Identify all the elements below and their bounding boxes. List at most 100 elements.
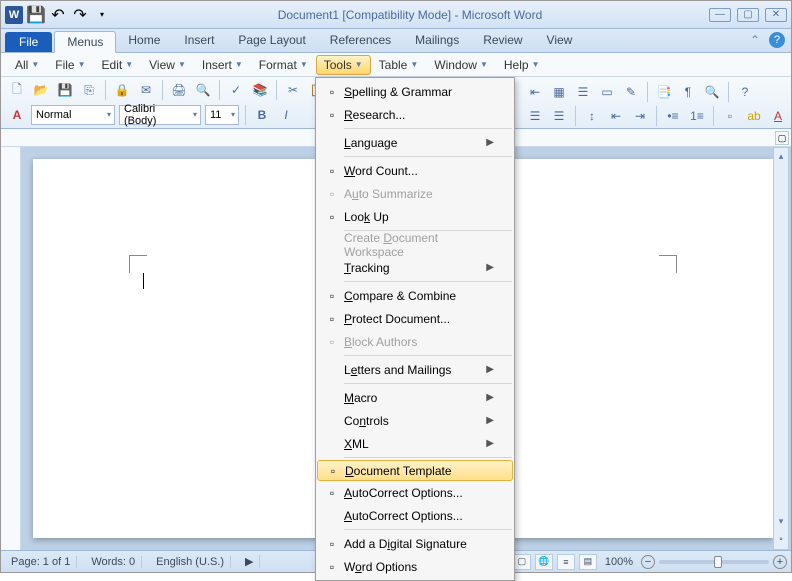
indent-dec-icon[interactable]: ⇤ <box>606 106 626 126</box>
permission-icon[interactable]: 🔒 <box>112 80 132 100</box>
mail-icon[interactable]: ✉ <box>136 80 156 100</box>
ribbon-tab-menus[interactable]: Menus <box>54 31 116 53</box>
scroll-down-icon[interactable]: ▾ <box>774 513 788 529</box>
saveall-icon[interactable]: ⎘ <box>79 80 99 100</box>
cut-icon[interactable]: ✂ <box>283 80 303 100</box>
menu-item-autocorrect-options[interactable]: AutoCorrect Options... <box>316 504 514 527</box>
browse-object-icon[interactable]: ◦ <box>774 531 788 547</box>
menu-item-autocorrect-options[interactable]: ▫AutoCorrect Options... <box>316 481 514 504</box>
ribbon-tab-home[interactable]: Home <box>116 30 172 52</box>
ribbon-tab-mailings[interactable]: Mailings <box>403 30 471 52</box>
bold-button[interactable]: B <box>252 105 272 125</box>
spell-icon[interactable]: ✓ <box>226 80 246 100</box>
file-tab[interactable]: File <box>5 32 52 52</box>
minimize-button[interactable]: — <box>709 8 731 22</box>
numbering-icon[interactable]: 1≡ <box>687 106 707 126</box>
indent-inc-icon[interactable]: ⇥ <box>630 106 650 126</box>
menu-item-word-count[interactable]: ▫Word Count... <box>316 159 514 182</box>
minimize-ribbon-icon[interactable]: ⌃ <box>747 32 763 48</box>
menu-help[interactable]: Help ▼ <box>496 55 548 75</box>
menu-window[interactable]: Window ▼ <box>426 55 496 75</box>
font-combo[interactable]: Calibri (Body) <box>119 105 201 125</box>
align-right-icon[interactable]: ☰ <box>525 106 545 126</box>
style-combo[interactable]: Normal <box>31 105 115 125</box>
menu-view[interactable]: View ▼ <box>141 55 194 75</box>
menu-table[interactable]: Table ▼ <box>371 55 427 75</box>
fontsize-combo[interactable]: 11 <box>205 105 239 125</box>
menu-item-add-a-digital-signature[interactable]: ▫Add a Digital Signature <box>316 532 514 555</box>
status-words[interactable]: Words: 0 <box>85 556 142 568</box>
columns-icon[interactable]: ☰ <box>573 82 593 102</box>
highlight-icon[interactable]: ab <box>744 106 764 126</box>
view-draft-icon[interactable]: ▤ <box>579 554 597 570</box>
menu-item-spelling-grammar[interactable]: ▫Spelling & Grammar <box>316 80 514 103</box>
zoom-level[interactable]: 100% <box>605 556 633 568</box>
redo-icon[interactable]: ↷ <box>71 6 89 24</box>
italic-button[interactable]: I <box>276 105 296 125</box>
menu-edit[interactable]: Edit ▼ <box>94 55 142 75</box>
menu-item-xml[interactable]: XML▶ <box>316 432 514 455</box>
status-language[interactable]: English (U.S.) <box>150 556 231 568</box>
menu-item-macro[interactable]: Macro▶ <box>316 386 514 409</box>
menu-item-compare-combine[interactable]: ▫Compare & Combine <box>316 284 514 307</box>
fontcolor-icon[interactable]: A <box>768 106 788 126</box>
bullets-icon[interactable]: •≡ <box>663 106 683 126</box>
menu-item-protect-document[interactable]: ▫Protect Document... <box>316 307 514 330</box>
border-icon[interactable]: ▫ <box>720 106 740 126</box>
word-app-icon[interactable]: W <box>5 6 23 24</box>
qat-dropdown-icon[interactable]: ▾ <box>93 6 111 24</box>
menu-item-letters-and-mailings[interactable]: Letters and Mailings▶ <box>316 358 514 381</box>
view-web-icon[interactable]: 🌐 <box>535 554 553 570</box>
zoom-icon[interactable]: 🔍 <box>702 82 722 102</box>
ribbon-tab-view[interactable]: View <box>535 30 585 52</box>
preview-icon[interactable]: 🔍 <box>193 80 213 100</box>
menu-file[interactable]: File ▼ <box>47 55 93 75</box>
zoom-out-button[interactable]: − <box>641 555 655 569</box>
menu-item-language[interactable]: Language▶ <box>316 131 514 154</box>
menu-item-look-up[interactable]: ▫Look Up <box>316 205 514 228</box>
status-macro-icon[interactable]: ▶ <box>239 555 260 568</box>
help-icon[interactable]: ? <box>735 82 755 102</box>
vertical-scrollbar[interactable]: ▴ ▾ ◦ <box>773 147 789 550</box>
docmap-icon[interactable]: 📑 <box>654 82 674 102</box>
new-icon[interactable]: 🗋 <box>7 80 27 100</box>
save-icon[interactable]: 💾 <box>55 80 75 100</box>
ruler-toggle-icon[interactable]: ▢ <box>775 131 789 145</box>
research-icon[interactable]: 📚 <box>250 80 270 100</box>
print-icon[interactable]: 🖨 <box>169 80 189 100</box>
drawing-icon[interactable]: ✎ <box>621 82 641 102</box>
status-page[interactable]: Page: 1 of 1 <box>5 556 77 568</box>
open-icon[interactable]: 📂 <box>31 80 51 100</box>
borders-icon[interactable]: ▭ <box>597 82 617 102</box>
style-prefix-icon[interactable]: A <box>7 105 27 125</box>
menu-item-document-template[interactable]: ▫Document Template <box>317 460 513 481</box>
menu-item-research[interactable]: ▫Research... <box>316 103 514 126</box>
indent-left-icon[interactable]: ⇤ <box>525 82 545 102</box>
menu-insert[interactable]: Insert ▼ <box>194 55 251 75</box>
view-outline-icon[interactable]: ≡ <box>557 554 575 570</box>
help-icon[interactable]: ? <box>769 32 785 48</box>
zoom-in-button[interactable]: + <box>773 555 787 569</box>
menu-all[interactable]: All ▼ <box>7 55 47 75</box>
showhide-icon[interactable]: ¶ <box>678 82 698 102</box>
maximize-button[interactable]: ▢ <box>737 8 759 22</box>
scroll-up-icon[interactable]: ▴ <box>774 148 788 164</box>
view-fullscreen-icon[interactable]: ▢ <box>513 554 531 570</box>
table-icon[interactable]: ▦ <box>549 82 569 102</box>
menu-format[interactable]: Format ▼ <box>251 55 316 75</box>
save-icon[interactable]: 💾 <box>27 6 45 24</box>
ribbon-tab-page-layout[interactable]: Page Layout <box>226 30 317 52</box>
vertical-ruler[interactable] <box>1 147 21 550</box>
ribbon-tab-insert[interactable]: Insert <box>172 30 226 52</box>
align-justify-icon[interactable]: ☰ <box>549 106 569 126</box>
close-button[interactable]: ✕ <box>765 8 787 22</box>
menu-item-word-options[interactable]: ▫Word Options <box>316 555 514 578</box>
ribbon-tab-references[interactable]: References <box>318 30 403 52</box>
linespacing-icon[interactable]: ↕ <box>582 106 602 126</box>
menu-item-tracking[interactable]: Tracking▶ <box>316 256 514 279</box>
zoom-slider[interactable] <box>659 560 769 564</box>
menu-tools[interactable]: Tools ▼ <box>316 55 371 75</box>
ribbon-tab-review[interactable]: Review <box>471 30 534 52</box>
menu-item-controls[interactable]: Controls▶ <box>316 409 514 432</box>
undo-icon[interactable]: ↶ <box>49 6 67 24</box>
